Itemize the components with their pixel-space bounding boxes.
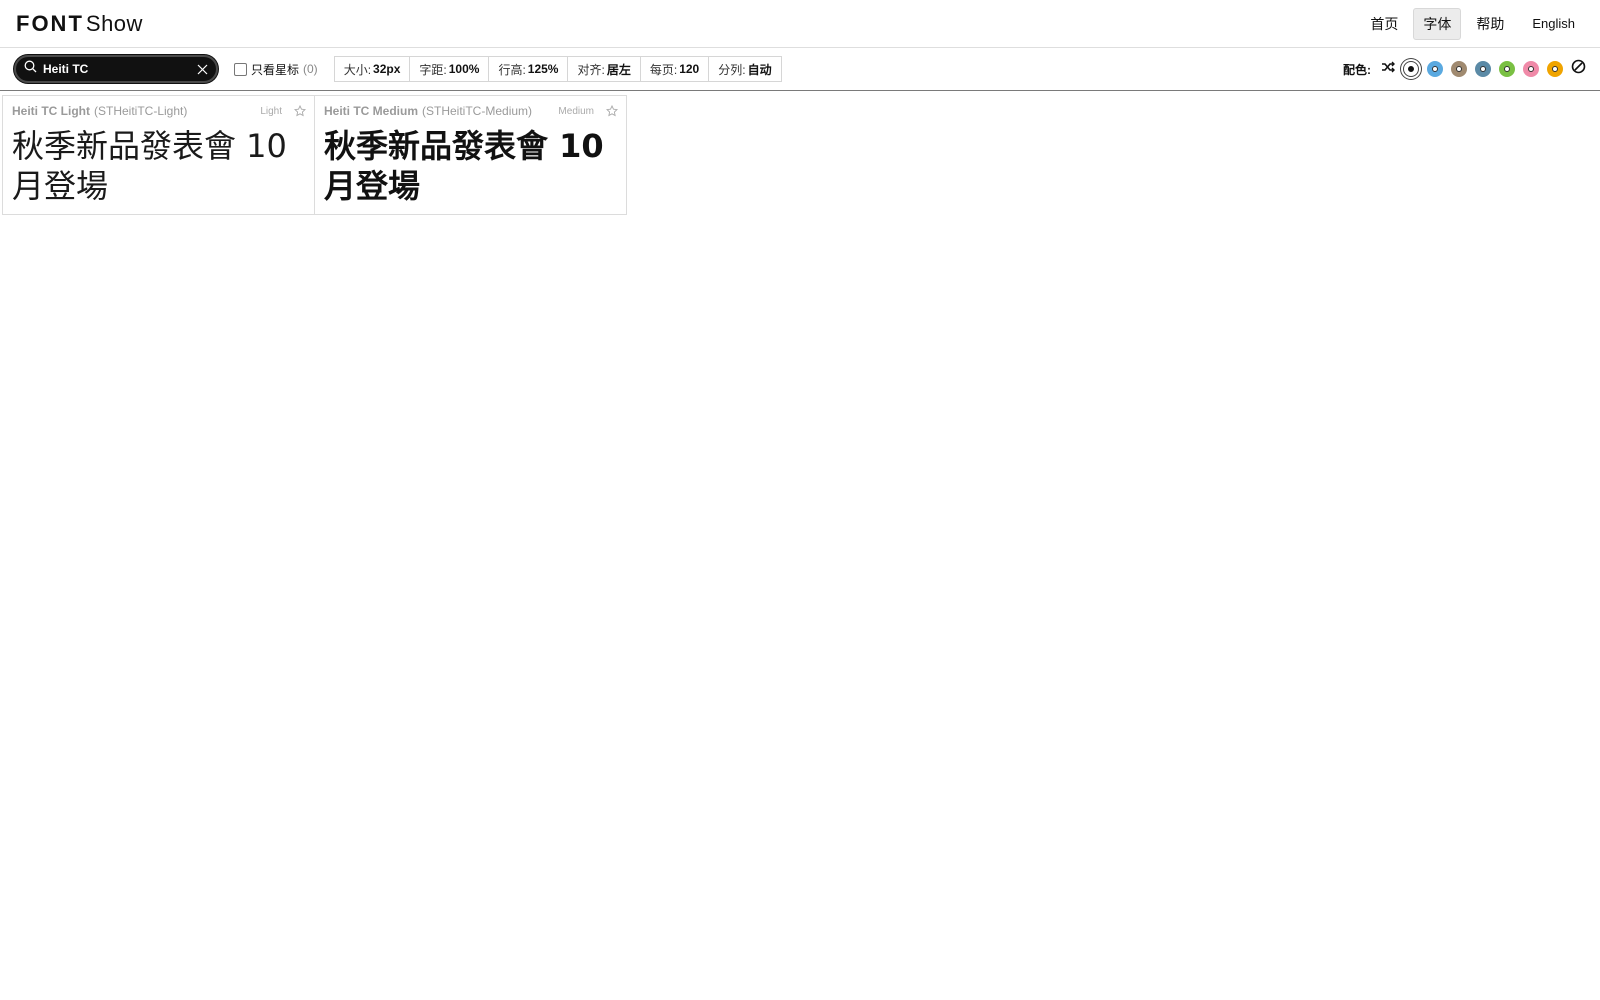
- font-card-meta: Heiti TC Light (STHeitiTC-Light) Light: [12, 104, 306, 118]
- contrast-toggle-icon[interactable]: [1571, 59, 1586, 79]
- logo-light-text: Show: [85, 10, 143, 36]
- nav-home[interactable]: 首页: [1361, 9, 1407, 39]
- logo[interactable]: FONT Show: [16, 11, 143, 37]
- search-input[interactable]: Heiti TC: [43, 62, 197, 76]
- font-postscript-name: (STHeitiTC-Medium): [422, 104, 533, 118]
- setting-align-label: 对齐:: [577, 62, 605, 77]
- font-name: Heiti TC Medium: [324, 104, 419, 118]
- setting-letter-spacing-value: 100%: [448, 62, 480, 76]
- font-name: Heiti TC Light: [12, 104, 90, 118]
- clear-search-icon[interactable]: [197, 64, 208, 75]
- setting-letter-spacing-label: 字距:: [419, 62, 447, 77]
- font-postscript-name: (STHeitiTC-Light): [94, 104, 188, 118]
- font-preview-text: 秋季新品發表會 10 月登場: [324, 127, 604, 205]
- star-icon[interactable]: [294, 105, 306, 117]
- setting-size-label: 大小:: [343, 62, 372, 77]
- search-icon: [24, 60, 37, 78]
- color-swatch-orange[interactable]: [1547, 61, 1563, 77]
- color-swatch-pink[interactable]: [1523, 61, 1539, 77]
- setting-columns[interactable]: 分列: 自动: [709, 57, 780, 81]
- font-card[interactable]: Heiti TC Medium (STHeitiTC-Medium) Mediu…: [314, 95, 627, 215]
- color-swatch-brown[interactable]: [1451, 61, 1467, 77]
- display-settings: 大小: 32px 字距: 100% 行高: 125% 对齐: 居左 每页: 120 分列:…: [333, 56, 782, 82]
- font-card[interactable]: Heiti TC Light (STHeitiTC-Light) Light 秋…: [2, 95, 315, 215]
- setting-letter-spacing[interactable]: 字距: 100%: [410, 57, 490, 81]
- font-weight-badge: Light: [260, 105, 282, 117]
- header: FONT Show 首页 字体 帮助 English: [0, 0, 1600, 48]
- setting-columns-label: 分列:: [718, 62, 746, 77]
- setting-size-value: 32px: [373, 62, 401, 76]
- color-swatch-green[interactable]: [1499, 61, 1515, 77]
- setting-line-height-label: 行高:: [498, 62, 526, 77]
- language-switch[interactable]: English: [1523, 11, 1584, 36]
- color-swatch-default[interactable]: [1403, 61, 1419, 77]
- logo-bold-text: FONT: [16, 10, 84, 36]
- setting-line-height-value: 125%: [527, 62, 559, 76]
- color-palette: 配色:: [1343, 59, 1586, 79]
- setting-line-height[interactable]: 行高: 125%: [489, 57, 569, 81]
- palette-label: 配色:: [1343, 62, 1371, 77]
- setting-per-page-label: 每页:: [649, 62, 678, 77]
- font-preview-text: 秋季新品發表會 10 月登場: [12, 127, 287, 205]
- starred-count: (0): [303, 62, 318, 76]
- toolbar: Heiti TC 只看星标 (0) 大小: 32px 字距: 100% 行高: 125…: [0, 48, 1600, 91]
- setting-align[interactable]: 对齐: 居左: [568, 57, 641, 81]
- color-swatch-blue[interactable]: [1427, 61, 1443, 77]
- starred-only-label: 只看星标: [251, 62, 300, 77]
- nav-fonts[interactable]: 字体: [1413, 7, 1462, 40]
- star-icon[interactable]: [606, 105, 618, 117]
- setting-align-value: 居左: [606, 62, 631, 77]
- starred-only-filter[interactable]: 只看星标 (0): [234, 61, 318, 78]
- font-grid: Heiti TC Light (STHeitiTC-Light) Light 秋…: [0, 91, 1600, 219]
- setting-per-page[interactable]: 每页: 120: [641, 57, 710, 81]
- starred-only-checkbox[interactable]: [234, 62, 247, 76]
- nav-help[interactable]: 帮助: [1467, 9, 1513, 39]
- setting-size[interactable]: 大小: 32px: [335, 57, 411, 81]
- setting-columns-value: 自动: [747, 62, 772, 77]
- font-weight-badge: Medium: [558, 105, 594, 117]
- font-card-meta: Heiti TC Medium (STHeitiTC-Medium) Mediu…: [324, 104, 618, 118]
- setting-per-page-value: 120: [679, 62, 700, 76]
- search-box[interactable]: Heiti TC: [14, 55, 218, 83]
- main-nav: 首页 字体 帮助 English: [1361, 7, 1584, 40]
- shuffle-icon[interactable]: [1381, 60, 1395, 78]
- color-swatch-steel[interactable]: [1475, 61, 1491, 77]
